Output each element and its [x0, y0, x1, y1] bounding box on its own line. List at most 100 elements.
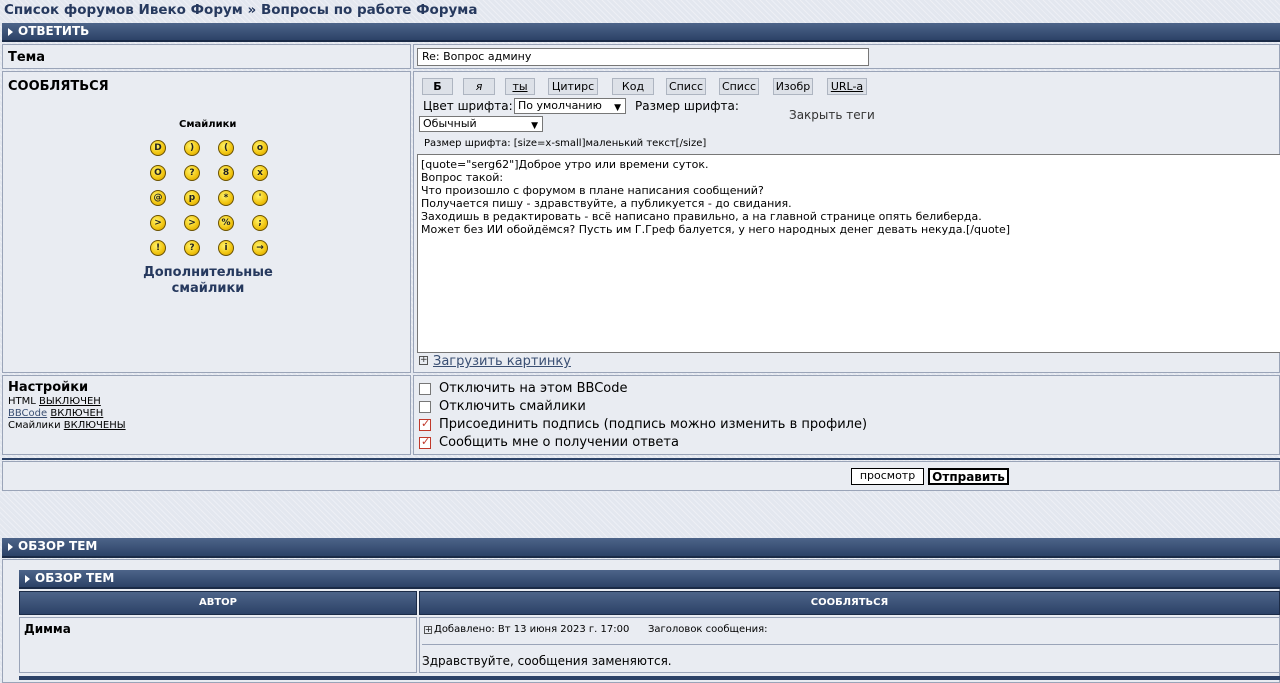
textarea-line: [quote="serg62"]Доброе утро или времени … [421, 158, 709, 171]
smilies-status-value: ВКЛЮЧЕНЫ [63, 420, 126, 431]
html-status-label: HTML [8, 396, 36, 407]
post-author-cell: Димма [19, 617, 417, 673]
plus-icon[interactable]: + [419, 356, 428, 365]
font-size-label: Размер шрифта: [635, 99, 739, 113]
ordered-list-button[interactable]: Списс [719, 78, 759, 95]
code-button[interactable]: Код [612, 78, 654, 95]
option-checkbox[interactable] [419, 383, 431, 395]
post-divider [422, 644, 1278, 645]
divider [2, 458, 1280, 460]
twisted-evil-icon[interactable]: > [184, 215, 200, 231]
post-icon: + [424, 625, 432, 634]
crying-icon[interactable]: ' [252, 190, 268, 206]
post-author: Димма [24, 622, 71, 636]
chevron-down-icon: ▼ [531, 121, 538, 131]
very-happy-icon[interactable]: D [150, 140, 166, 156]
triangle-right-icon [25, 575, 30, 583]
buttons-cell [2, 461, 1280, 491]
subject-label-cell: Тема [2, 44, 411, 69]
upload-image-link[interactable]: Загрузить картинку [433, 354, 571, 369]
chevron-down-icon: ▼ [614, 103, 621, 113]
textarea-line: Заходишь в редактировать - всё написано … [421, 210, 982, 223]
more-smilies-link[interactable]: Дополнительные смайлики [138, 265, 278, 297]
subject-label: Тема [8, 50, 46, 65]
arrow-icon[interactable]: → [252, 240, 268, 256]
list-button[interactable]: Списс [666, 78, 706, 95]
post-body: Здравствуйте, сообщения заменяются. [422, 654, 672, 668]
italic-button[interactable]: я [463, 78, 495, 95]
html-status-value[interactable]: ВЫКЛЮЧЕН [39, 396, 101, 407]
sad-icon[interactable]: ( [218, 140, 234, 156]
font-color-value: По умолчанию [518, 99, 602, 112]
option-checkbox[interactable] [419, 401, 431, 413]
topic-review-header: ОБЗОР ТЕМ [2, 538, 1280, 558]
breadcrumb: Список форумов Ивеко Форум » Вопросы по … [4, 0, 477, 20]
razz-icon[interactable]: p [184, 190, 200, 206]
font-size-select[interactable]: Обычный ▼ [419, 116, 543, 132]
breadcrumb-separator: » [247, 2, 257, 18]
subject-input[interactable]: Re: Вопрос админу [417, 48, 869, 66]
settings-status: HTML ВЫКЛЮЧЕН BBCode ВКЛЮЧЕН Смайлики ВК… [8, 396, 126, 432]
textarea-line: Вопрос такой: [421, 171, 504, 184]
close-tags-link[interactable]: Закрыть теги [789, 108, 875, 122]
confused-icon[interactable]: ? [184, 165, 200, 181]
mad-icon[interactable]: @ [150, 190, 166, 206]
textarea-line: Что произошло с форумом в плане написани… [421, 184, 764, 197]
question-icon[interactable]: ? [184, 240, 200, 256]
url-button[interactable]: URL-a [827, 78, 867, 95]
author-column-header: АВТОР [19, 591, 417, 615]
laughing-icon[interactable]: x [252, 165, 268, 181]
reply-header: ОТВЕТИТЬ [2, 23, 1280, 42]
settings-label: Настройки [8, 380, 89, 395]
breadcrumb-forum[interactable]: Вопросы по работе Форума [261, 2, 477, 18]
textarea-line: Может без ИИ обойдёмся? Пусть им Г.Греф … [421, 223, 1011, 236]
font-color-label: Цвет шрифта: [423, 99, 513, 113]
triangle-right-icon [8, 543, 13, 551]
smilies-status-label: Смайлики [8, 420, 61, 431]
reply-header-label: ОТВЕТИТЬ [18, 24, 90, 38]
shocked-icon[interactable]: O [150, 165, 166, 181]
breadcrumb-forum-list[interactable]: Список форумов Ивеко Форум [4, 2, 243, 18]
quote-button[interactable]: Цитирс [548, 78, 598, 95]
option-label: Отключить на этом BBCode [439, 381, 628, 396]
bbcode-status-label[interactable]: BBCode [8, 408, 47, 419]
message-label-cell: СООБЛЯТЬСЯ Смайлики D) ( o O? 8 x @ p * ' > >%;!? i →… [2, 71, 411, 373]
topic-review-header-label: ОБЗОР ТЕМ [18, 539, 98, 553]
post-subject-label: Заголовок сообщения: [648, 624, 768, 635]
triangle-right-icon [8, 28, 13, 36]
topic-review-inner-header: ОБЗОР ТЕМ [19, 570, 1280, 589]
option-label: Отключить смайлики [439, 399, 586, 414]
preview-button[interactable]: просмотр [851, 468, 924, 485]
wink-icon[interactable]: ; [252, 215, 268, 231]
topic-review-inner-label: ОБЗОР ТЕМ [35, 571, 115, 585]
textarea-line: Получается пишу - здравствуйте, а публик… [421, 197, 792, 210]
bbcode-help-line: Размер шрифта: [size=x-small]маленький т… [424, 138, 707, 149]
message-label: СООБЛЯТЬСЯ [8, 79, 109, 94]
message-column-header: СООБЛЯТЬСЯ [419, 591, 1280, 615]
row-divider [19, 676, 1280, 680]
option-checkbox[interactable] [419, 435, 431, 449]
bold-button[interactable]: Б [422, 78, 453, 95]
option-label: Сообщить мне о получении ответа [439, 435, 679, 450]
exclamation-icon[interactable]: ! [150, 240, 166, 256]
evil-icon[interactable]: > [150, 215, 166, 231]
message-textarea[interactable]: [quote="serg62"]Доброе утро или времени … [417, 154, 1280, 353]
font-size-value: Обычный [423, 117, 477, 130]
option-checkbox[interactable] [419, 417, 431, 431]
font-color-select[interactable]: По умолчанию ▼ [514, 98, 626, 114]
embarassed-icon[interactable]: * [218, 190, 234, 206]
cool-icon[interactable]: 8 [218, 165, 234, 181]
bbcode-status-value: ВКЛЮЧЕН [50, 408, 104, 419]
surprised-icon[interactable]: o [252, 140, 268, 156]
settings-cell: Настройки HTML ВЫКЛЮЧЕН BBCode ВКЛЮЧЕН С… [2, 375, 411, 455]
underline-button[interactable]: ты [505, 78, 535, 95]
smile-icon[interactable]: ) [184, 140, 200, 156]
option-label: Присоединить подпись (подпись можно изме… [439, 417, 868, 432]
smilies-title: Смайлики [179, 119, 237, 130]
post-date: Добавлено: Вт 13 июня 2023 г. 17:00 [434, 624, 630, 635]
submit-button[interactable]: Отправить [928, 468, 1009, 485]
rolling-eyes-icon[interactable]: % [218, 215, 234, 231]
idea-icon[interactable]: i [218, 240, 234, 256]
image-button[interactable]: Изобр [773, 78, 813, 95]
post-message-cell: + Добавлено: Вт 13 июня 2023 г. 17:00 За… [419, 617, 1280, 673]
